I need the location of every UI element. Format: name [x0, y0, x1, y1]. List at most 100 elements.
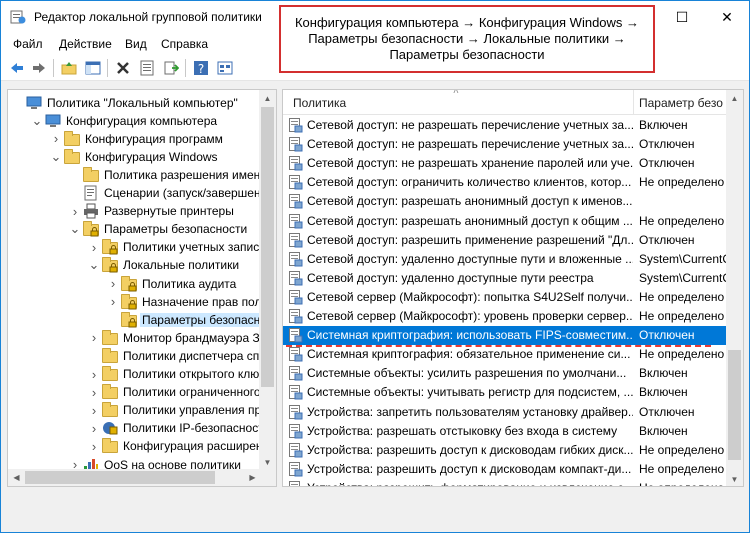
policy-row[interactable]: Сетевой доступ: не разрешать перечислени… — [283, 135, 728, 154]
tree-node-label: Конфигурация Windows — [85, 149, 218, 164]
tree-vertical-scrollbar[interactable]: ▲ ▼ — [259, 90, 276, 471]
tree-node[interactable]: Политики диспетчера спис — [88, 346, 274, 365]
expanded-chevron-icon[interactable]: ⌄ — [88, 256, 100, 275]
tree-node-label: Политики ограниченного и — [123, 385, 271, 400]
collapsed-chevron-icon[interactable]: › — [88, 238, 100, 257]
policy-row[interactable]: Устройства: разрешить доступ к дисковода… — [283, 460, 728, 479]
tree-node[interactable]: › Конфигурация расширенне — [88, 437, 276, 456]
help-button[interactable]: ? — [191, 58, 211, 78]
back-button[interactable] — [7, 58, 27, 78]
policy-row[interactable]: Сетевой доступ: не разрешать перечислени… — [283, 116, 728, 135]
tree-node[interactable]: Политика разрешения имен — [69, 165, 262, 184]
collapsed-chevron-icon[interactable]: › — [88, 328, 100, 347]
collapsed-chevron-icon[interactable]: › — [88, 419, 100, 438]
policy-row[interactable]: Устройства: разрешить форматирование и и… — [283, 479, 728, 486]
tree-node[interactable]: ⌄ Конфигурация компьютера — [31, 111, 219, 130]
collapsed-chevron-icon[interactable]: › — [88, 401, 100, 420]
policy-row[interactable]: Системная криптография: обязательное при… — [283, 345, 728, 364]
tree-horizontal-scrollbar[interactable]: ◀ ▶ — [8, 469, 261, 486]
policy-row[interactable]: Сетевой доступ: удаленно доступные пути … — [283, 269, 728, 288]
policy-row[interactable]: Устройства: разрешить доступ к дисковода… — [283, 441, 728, 460]
collapsed-chevron-icon[interactable]: › — [88, 365, 100, 384]
collapsed-chevron-icon[interactable]: › — [107, 274, 119, 293]
forward-button[interactable] — [29, 58, 49, 78]
forward-arrow-icon — [33, 63, 45, 73]
policy-row[interactable]: Сетевой доступ: разрешать анонимный дост… — [283, 212, 728, 231]
column-setting[interactable]: Параметр безо — [639, 96, 723, 110]
menu-file[interactable]: Файл — [13, 37, 43, 51]
policy-row[interactable]: Устройства: разрешать отстыковку без вхо… — [283, 422, 728, 441]
tree-node[interactable]: › Развернутые принтеры — [69, 202, 236, 221]
show-hide-tree-button[interactable] — [83, 58, 103, 78]
computer-icon — [45, 113, 61, 129]
policy-row[interactable]: Сетевой сервер (Майкрософт): попытка S4U… — [283, 288, 728, 307]
maximize-button[interactable]: ☐ — [659, 1, 705, 33]
tree-node[interactable]: › Политики управления прил — [88, 401, 276, 420]
tree-node[interactable]: › Политики ограниченного и — [88, 383, 273, 402]
menu-action[interactable]: Действие — [59, 37, 112, 51]
tree-node[interactable]: › Политики учетных записей — [88, 238, 275, 257]
policy-row[interactable]: Сетевой доступ: разрешить применение раз… — [283, 231, 728, 250]
tree-node[interactable]: › Политики открытого ключ — [88, 365, 267, 384]
tree-node[interactable]: ⌄ Параметры безопасности — [69, 220, 249, 239]
policy-row[interactable]: Устройства: запретить пользователям уста… — [283, 403, 728, 422]
delete-button[interactable] — [113, 58, 133, 78]
filter-view-button[interactable] — [215, 58, 235, 78]
collapsed-chevron-icon[interactable]: › — [88, 383, 100, 402]
list-scroll-thumb[interactable] — [728, 350, 741, 460]
column-divider[interactable] — [633, 90, 634, 115]
policy-setting-icon — [289, 251, 303, 267]
export-list-button[interactable] — [161, 58, 181, 78]
policy-name: Сетевой доступ: не разрешать перечислени… — [307, 118, 633, 132]
tree-node[interactable]: Сценарии (запуск/завершение — [69, 184, 276, 203]
tree-node[interactable]: › Назначение прав польз — [107, 292, 275, 311]
policy-row[interactable]: Сетевой сервер (Майкрософт): уровень про… — [283, 307, 728, 326]
tree-node[interactable]: Политика "Локальный компьютер" — [12, 93, 240, 112]
column-policy[interactable]: Политика — [293, 96, 346, 110]
collapsed-chevron-icon[interactable]: › — [69, 202, 81, 221]
tree-node-label: Политика "Локальный компьютер" — [47, 95, 238, 110]
policy-row[interactable]: Сетевой доступ: не разрешать хранение па… — [283, 154, 728, 173]
tree-node[interactable]: › Конфигурация программ — [50, 129, 225, 148]
tree-node[interactable]: › Политика аудита — [107, 274, 238, 293]
expanded-chevron-icon[interactable]: ⌄ — [50, 147, 62, 166]
scroll-up-icon[interactable]: ▲ — [726, 90, 743, 107]
expanded-chevron-icon[interactable]: ⌄ — [31, 111, 43, 130]
collapsed-chevron-icon[interactable]: › — [88, 437, 100, 456]
scroll-up-icon[interactable]: ▲ — [259, 90, 276, 107]
policy-setting: Отключен — [639, 404, 695, 419]
expanded-chevron-icon[interactable]: ⌄ — [69, 220, 81, 239]
close-button[interactable]: ✕ — [704, 1, 749, 33]
up-folder-button[interactable] — [59, 58, 79, 78]
policy-setting-icon — [289, 404, 303, 419]
menu-view[interactable]: Вид — [125, 37, 147, 51]
collapsed-chevron-icon[interactable]: › — [50, 129, 62, 148]
scroll-left-icon[interactable]: ◀ — [8, 469, 25, 486]
policy-name: Устройства: разрешить форматирование и и… — [307, 481, 633, 486]
tree-hscroll-thumb[interactable] — [25, 471, 215, 484]
annotation-line: Параметры безопасности — [389, 47, 545, 62]
properties-button[interactable] — [137, 58, 157, 78]
tree-scroll-thumb[interactable] — [261, 107, 274, 387]
menu-help[interactable]: Справка — [161, 37, 208, 51]
policy-setting: Не определено — [639, 461, 725, 476]
policy-row[interactable]: Сетевой доступ: удаленно доступные пути … — [283, 250, 728, 269]
tree-node[interactable]: ⌄ Локальные политики — [88, 256, 241, 275]
tree-node[interactable]: › Монитор брандмауэра Защ — [88, 328, 276, 347]
collapsed-chevron-icon[interactable]: › — [107, 292, 119, 311]
list-vertical-scrollbar[interactable]: ▲ ▼ — [726, 90, 743, 486]
policy-row[interactable]: Системные объекты: учитывать регистр для… — [283, 383, 728, 402]
policy-row[interactable]: Системная криптография: использовать FIP… — [283, 326, 728, 346]
policy-row[interactable]: Системные объекты: усилить разрешения по… — [283, 364, 728, 383]
console-tree-pane: Политика "Локальный компьютер" ⌄ Конфигура… — [7, 89, 277, 487]
policy-row[interactable]: Сетевой доступ: ограничить количество кл… — [283, 173, 728, 192]
folder-icon — [102, 402, 118, 418]
security-folder-icon — [102, 257, 118, 273]
tree-node[interactable]: Параметры безопасн — [107, 310, 263, 329]
tree-node[interactable]: › Политики IP-безопасности — [88, 419, 272, 438]
scroll-down-icon[interactable]: ▼ — [726, 471, 743, 486]
policy-row[interactable]: Сетевой доступ: разрешать анонимный дост… — [283, 192, 728, 211]
tree-node[interactable]: ⌄ Конфигурация Windows — [50, 147, 220, 166]
